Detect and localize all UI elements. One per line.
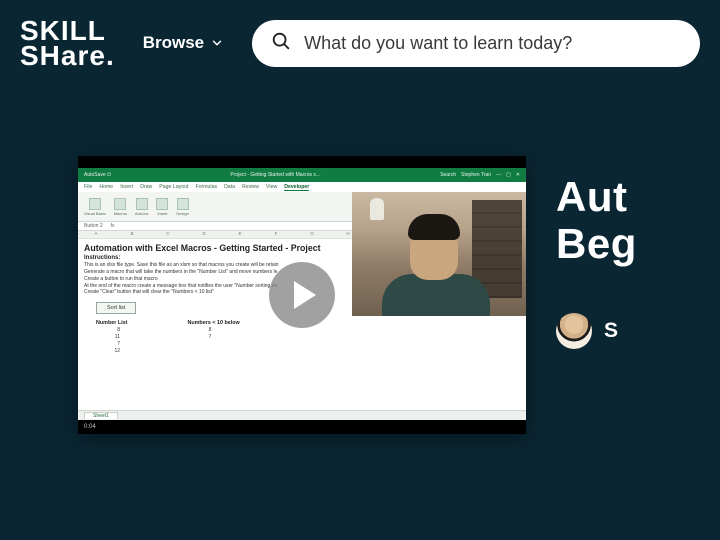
chevron-down-icon [210,36,224,50]
course-title: Aut Beg [556,174,637,266]
logo-line-2: SHare [20,43,115,68]
search-icon [270,30,292,57]
menu-developer: Developer [284,184,309,191]
course-info-pane: Aut Beg S [556,156,637,434]
list-item: 7 [96,341,120,348]
menu-home: Home [99,184,113,190]
sheet-tab: Sheet1 [84,412,118,419]
play-button[interactable] [269,262,335,328]
author-name: S [604,319,618,343]
excel-doc-title: Project - Getting Started with Macros x… [230,172,321,178]
name-box: Button 2 [84,223,103,229]
course-title-line-1: Aut [556,174,637,220]
excel-user: Stephen Tran [461,172,491,178]
menu-file: File [84,184,92,190]
window-max-icon: ▢ [506,172,511,178]
list-item: 7 [187,334,211,341]
presenter-webcam [352,192,526,316]
ribbon-insert-icon [156,198,168,210]
skillshare-logo[interactable]: SKILL SHare [20,18,115,68]
ribbon-macros-icon [114,198,126,210]
excel-menu-bar: File Home Insert Draw Page Layout Formul… [78,182,526,192]
browse-menu[interactable]: Browse [143,33,224,53]
menu-review: Review [242,184,259,190]
avatar [556,313,592,349]
menu-view: View [266,184,277,190]
video-progress-bar[interactable]: 0:04 [78,420,526,434]
ribbon-design-icon [177,198,189,210]
video-preview-card[interactable]: AutoSave ⏻ Project - Getting Started wit… [78,156,526,434]
browse-label: Browse [143,33,204,53]
numbers-below-heading: Numbers < 10 below [187,320,239,326]
list-item: 8 [187,327,211,334]
list-item: 8 [96,327,120,334]
site-header: SKILL SHare Browse [0,0,720,86]
list-item: 12 [96,348,120,355]
current-time: 0:04 [84,424,96,430]
excel-search-hint: Search [440,172,456,178]
course-title-line-2: Beg [556,221,637,267]
fx-icon: fx [111,223,115,229]
menu-insert: Insert [120,184,133,190]
number-list-heading: Number List [96,320,127,326]
page-content: AutoSave ⏻ Project - Getting Started wit… [0,86,720,434]
menu-data: Data [224,184,235,190]
author-row[interactable]: S [556,313,637,349]
menu-draw: Draw [140,184,152,190]
autosave-toggle-label: AutoSave ⏻ [84,172,111,178]
menu-formulas: Formulas [195,184,217,190]
play-icon [294,281,316,309]
window-close-icon: ✕ [516,172,520,178]
search-input[interactable] [304,33,682,54]
sort-list-button: Sort list [96,302,136,314]
ribbon-visual-basic-icon [89,198,101,210]
search-bar[interactable] [252,20,700,67]
menu-page-layout: Page Layout [159,184,188,190]
excel-title-bar: AutoSave ⏻ Project - Getting Started wit… [78,168,526,182]
sheet-tab-strip: Sheet1 [78,410,526,420]
list-item: 11 [96,334,120,341]
window-min-icon: — [496,172,501,178]
ribbon-addins-icon [136,198,148,210]
